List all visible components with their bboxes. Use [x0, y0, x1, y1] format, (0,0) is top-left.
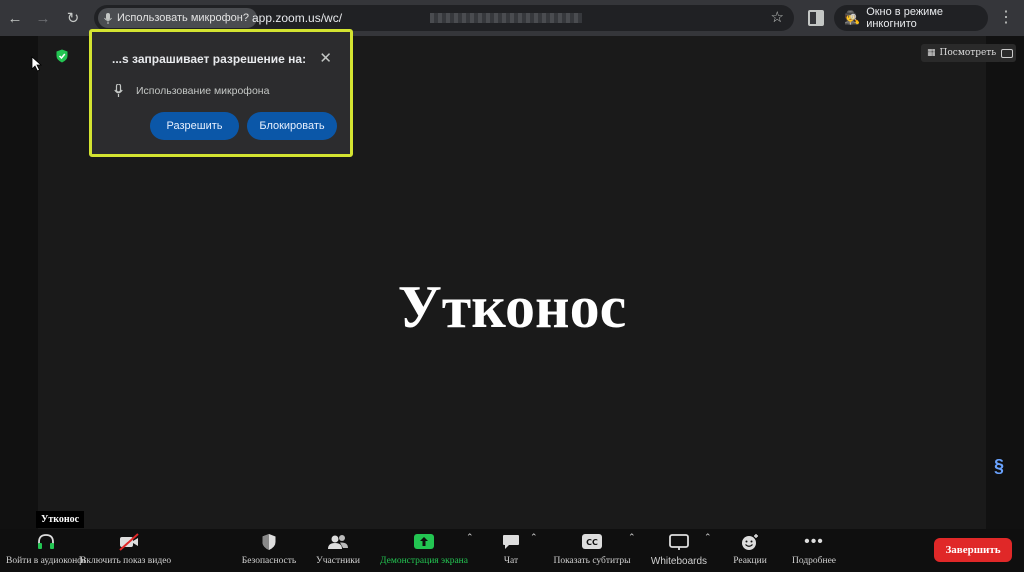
- svg-text:CC: CC: [586, 538, 598, 547]
- reactions-smiley-icon: [742, 534, 758, 550]
- start-video-button[interactable]: Включить показ видео: [80, 529, 178, 572]
- start-video-label: Включить показ видео: [80, 556, 172, 566]
- headphones-icon: [38, 534, 54, 549]
- encryption-shield-icon[interactable]: [55, 49, 69, 63]
- video-off-icon: [119, 533, 139, 551]
- chat-options-chevron-icon[interactable]: ⌃: [530, 532, 538, 543]
- permission-chip-label: Использовать микрофон?: [117, 12, 249, 24]
- participant-name-tag: Утконос: [36, 511, 85, 528]
- participants-button[interactable]: Участники: [306, 529, 370, 572]
- permission-description: Использование микрофона: [136, 85, 270, 97]
- security-button[interactable]: Безопасность: [232, 529, 306, 572]
- minimize-video-button[interactable]: [998, 44, 1016, 62]
- microphone-permission-chip[interactable]: Использовать микрофон?: [98, 8, 257, 28]
- browser-menu-icon[interactable]: ⋮: [998, 7, 1014, 27]
- view-label: Посмотреть: [939, 48, 997, 58]
- microphone-icon: [104, 12, 112, 24]
- incognito-indicator[interactable]: 🕵 Окно в режиме инкогнито: [834, 5, 988, 31]
- view-button[interactable]: ▦ Посмотреть: [921, 44, 1003, 62]
- floating-app-icon[interactable]: §: [994, 456, 1004, 477]
- captions-button[interactable]: CC Показать субтитры: [548, 529, 636, 572]
- captions-options-chevron-icon[interactable]: ⌃: [628, 532, 636, 543]
- close-icon[interactable]: ✕: [319, 49, 332, 67]
- block-button[interactable]: Блокировать: [247, 112, 337, 140]
- chat-button[interactable]: Чат: [492, 529, 530, 572]
- share-options-chevron-icon[interactable]: ⌃: [466, 532, 474, 543]
- share-screen-label: Демонстрация экрана: [380, 556, 468, 566]
- security-shield-icon: [262, 534, 276, 550]
- chat-icon: [503, 535, 519, 549]
- allow-button[interactable]: Разрешить: [150, 112, 239, 140]
- participants-label: Участники: [316, 556, 360, 566]
- whiteboards-button[interactable]: Whiteboards: [646, 529, 712, 572]
- permission-popup: ...s запрашивает разрешение на: ✕ Исполь…: [89, 29, 353, 157]
- popup-title: ...s запрашивает разрешение на:: [112, 52, 307, 66]
- address-bar[interactable]: Использовать микрофон? app.zoom.us/wc/ ☆: [94, 5, 794, 31]
- mouse-cursor-icon: [31, 56, 42, 72]
- closed-captions-icon: CC: [582, 534, 602, 549]
- participant-name: Утконос: [397, 274, 627, 340]
- more-button[interactable]: ••• Подробнее: [784, 529, 844, 572]
- forward-arrow-icon[interactable]: →: [32, 7, 54, 29]
- more-label: Подробнее: [791, 556, 837, 566]
- security-label: Безопасность: [241, 556, 297, 566]
- microphone-icon: [114, 84, 123, 97]
- whiteboards-label: Whiteboards: [650, 556, 708, 567]
- url-text: app.zoom.us/wc/: [252, 11, 343, 25]
- join-audio-button[interactable]: Войти в аудиоконференцию: [6, 529, 86, 572]
- blurred-url-part: [430, 13, 582, 23]
- captions-label: Показать субтитры: [553, 556, 631, 566]
- incognito-label: Окно в режиме инкогнито: [866, 6, 943, 30]
- participants-icon: [328, 535, 348, 549]
- whiteboard-icon: [669, 534, 689, 550]
- side-panel-icon[interactable]: [808, 10, 824, 26]
- join-audio-label: Войти в аудиоконференцию: [6, 556, 86, 566]
- reload-icon[interactable]: ↻: [62, 7, 84, 29]
- bookmark-star-icon[interactable]: ☆: [771, 8, 784, 26]
- reactions-button[interactable]: Реакции: [726, 529, 774, 572]
- more-dots-icon: •••: [804, 533, 824, 550]
- meeting-toolbar: Войти в аудиоконференцию Включить показ …: [0, 529, 1024, 572]
- grid-view-icon: ▦: [927, 48, 936, 58]
- chat-label: Чат: [503, 556, 519, 566]
- share-screen-icon: [414, 534, 434, 549]
- whiteboards-options-chevron-icon[interactable]: ⌃: [704, 532, 712, 543]
- back-arrow-icon[interactable]: ←: [4, 7, 26, 29]
- reactions-label: Реакции: [733, 556, 767, 566]
- incognito-icon: 🕵: [844, 10, 861, 25]
- end-meeting-button[interactable]: Завершить: [934, 538, 1012, 562]
- minimize-icon: [1001, 48, 1013, 58]
- share-screen-button[interactable]: Демонстрация экрана: [374, 529, 474, 572]
